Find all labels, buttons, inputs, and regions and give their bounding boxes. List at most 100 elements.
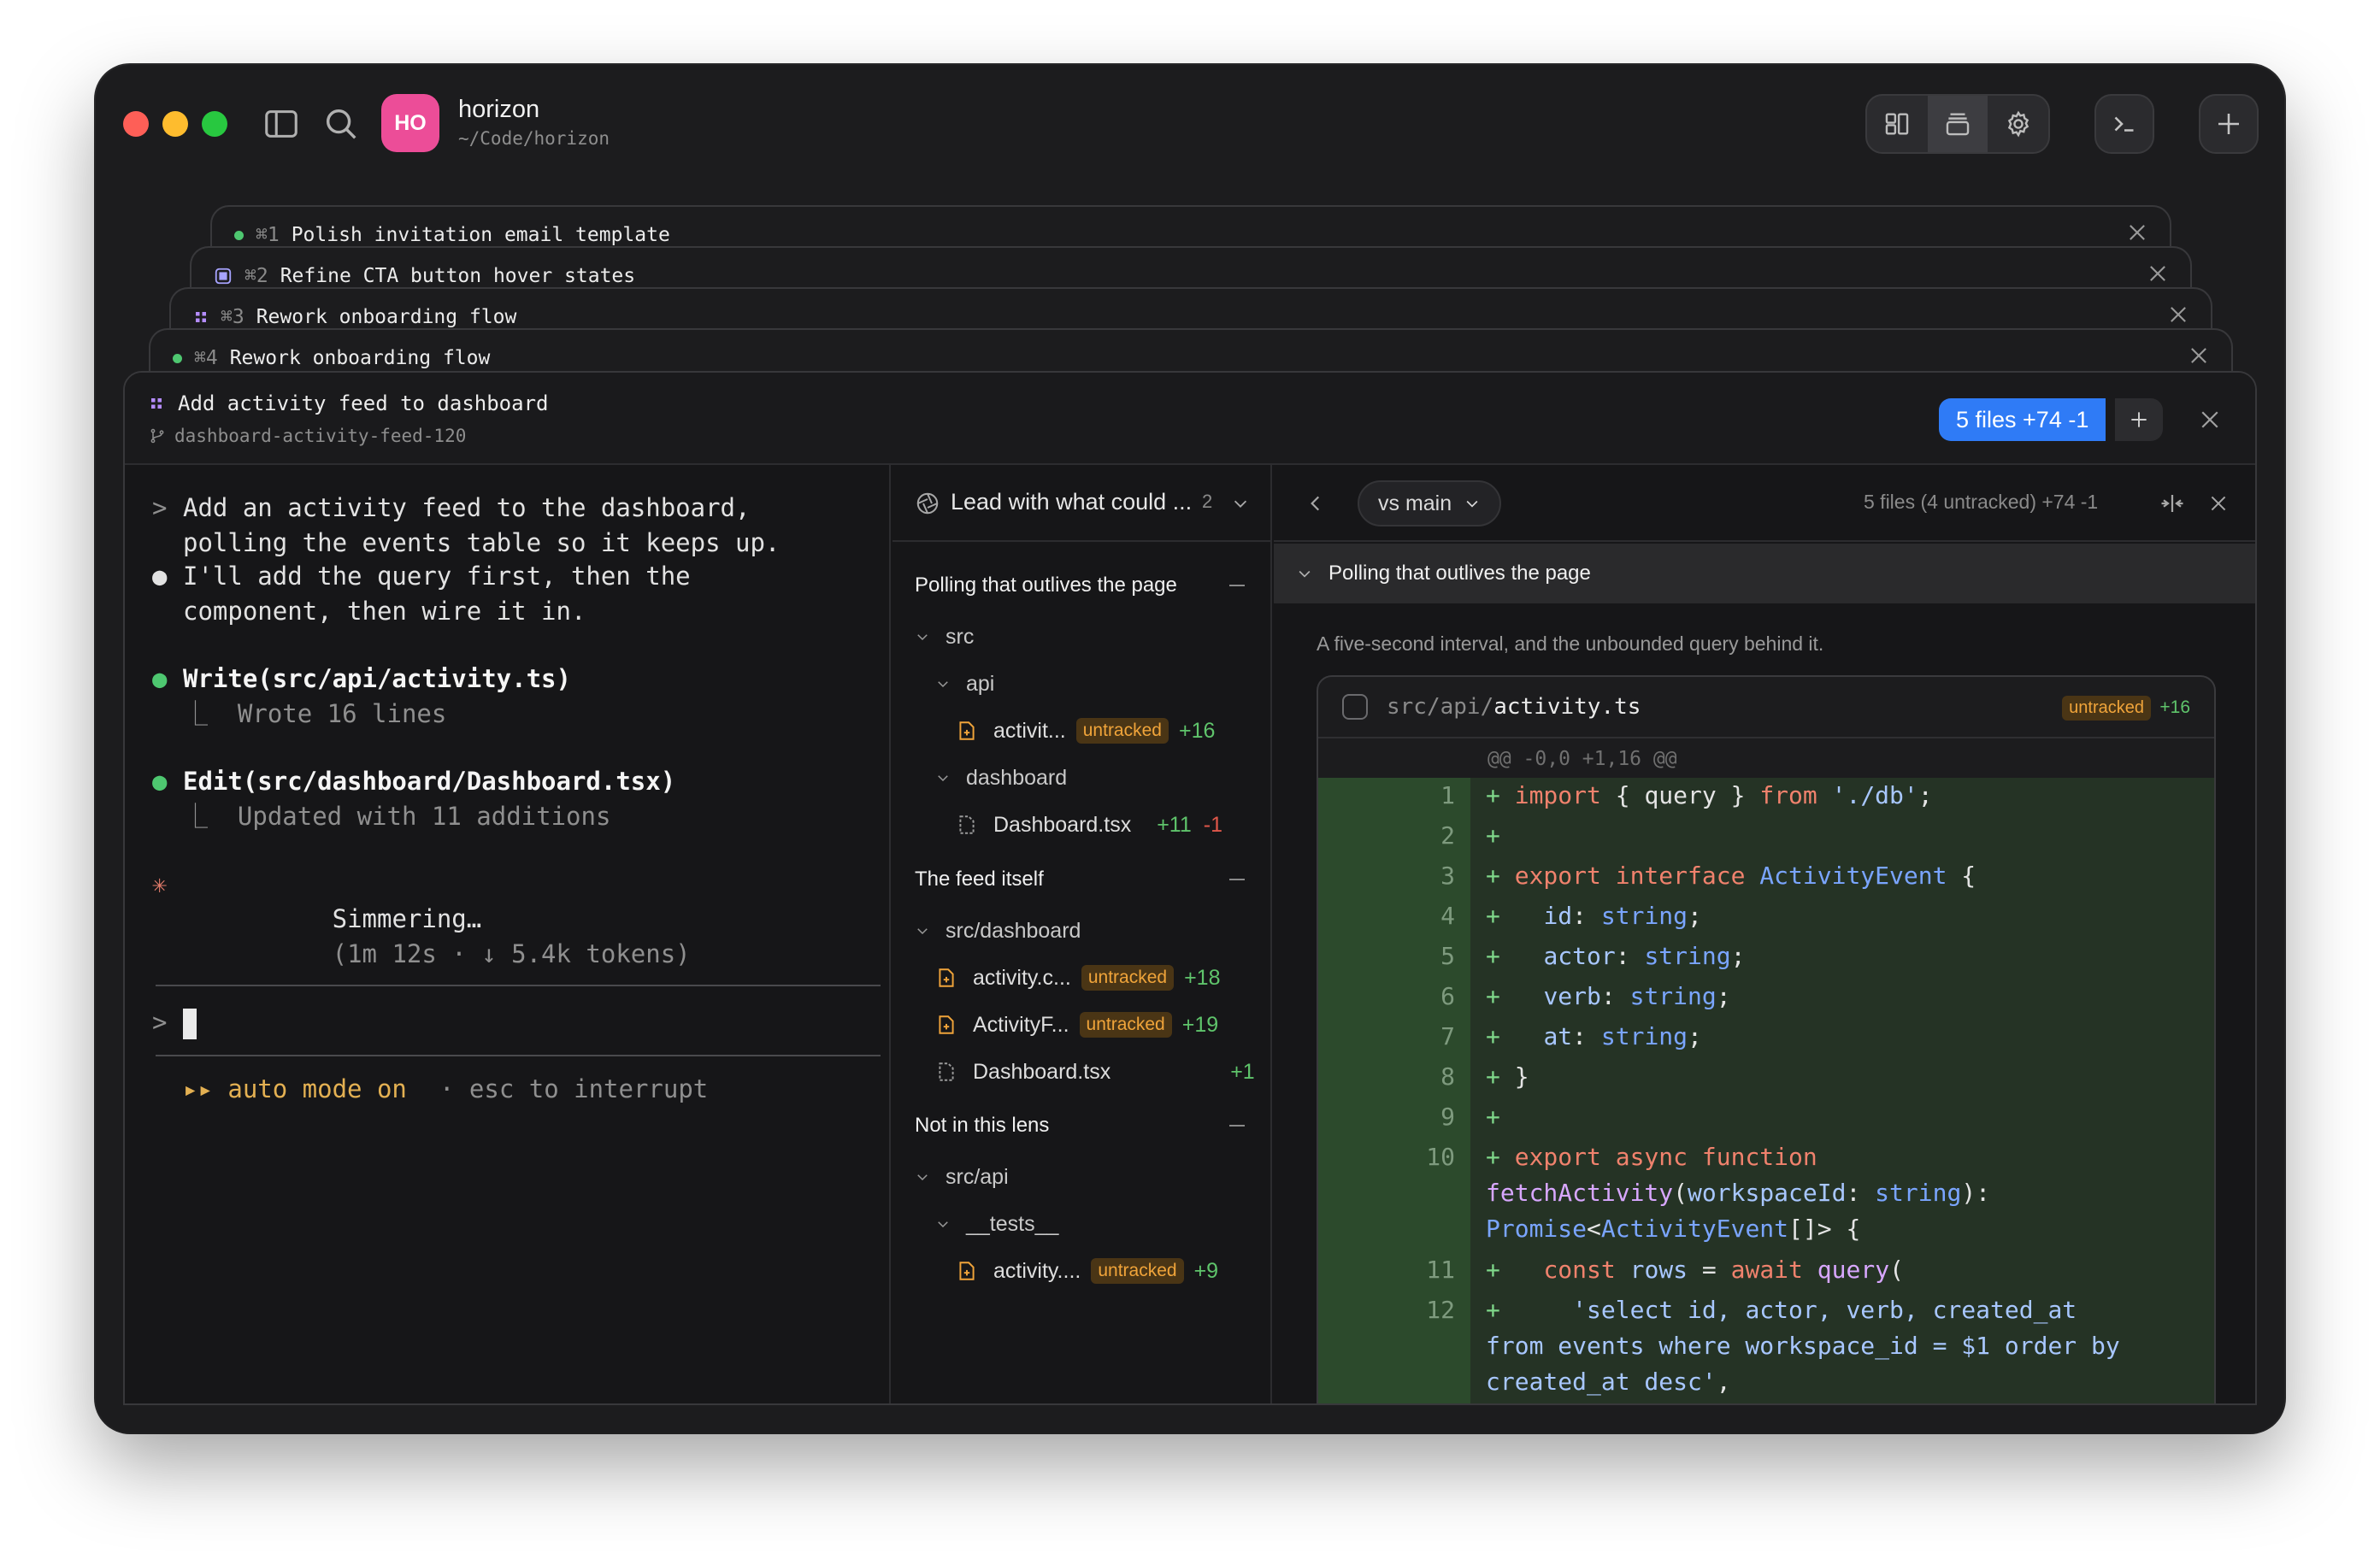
tab-shortcut: ⌘4 [194,347,218,369]
folder-name: src/api [946,1164,1009,1189]
new-task-button[interactable] [2199,94,2259,154]
close-icon[interactable] [2146,262,2170,285]
file-name: Dashboard.tsx [993,812,1132,837]
files-changed-button[interactable]: 5 files +74 -1 [1939,398,2106,441]
untracked-badge: untracked [1079,1012,1172,1038]
line-number: 1 [1440,781,1455,809]
spinner-icon: ✳ [152,869,168,898]
additions-count: +1 [1230,1059,1255,1084]
section-title: Polling that outlives the page [915,574,1177,597]
untracked-badge: untracked [1081,965,1175,991]
success-dot-icon: ● [152,664,168,693]
add-file-button[interactable] [2115,398,2163,441]
settings-button[interactable] [1988,96,2048,152]
file-name: Dashboard.tsx [973,1059,1111,1084]
file-row[interactable]: Dashboard.tsx +1 [892,1049,1270,1095]
view-mode-toggle [1865,94,2050,154]
untracked-badge: untracked [1091,1258,1184,1284]
additions-count: +19 [1181,1012,1219,1037]
close-icon[interactable] [2187,344,2211,368]
close-icon[interactable] [2166,303,2190,327]
folder-row[interactable]: src [892,614,1270,660]
chevron-down-icon [938,681,948,688]
lens-section-header[interactable]: Not in this lens [892,1103,1270,1149]
diff-viewer: vs main 5 files (4 untracked) +74 -1 Pol… [1274,465,2255,1403]
folder-name: src/dashboard [946,918,1081,943]
close-icon[interactable] [2207,492,2230,515]
folder-row[interactable]: dashboard [892,755,1270,801]
divider [156,985,881,986]
chevron-down-icon [1234,500,1247,508]
tab-title: Rework onboarding flow [256,306,517,328]
file-dir: src/api/ [1387,694,1494,720]
project-avatar[interactable]: HO [381,94,439,152]
diff-section-header[interactable]: Polling that outlives the page [1274,544,2255,603]
board-view-button[interactable] [1867,96,1928,152]
line-number: 2 [1440,821,1455,850]
section-title: Not in this lens [915,1114,1050,1137]
file-row[interactable]: activit... untracked +16 [892,708,1270,754]
close-window-button[interactable] [123,111,149,137]
folder-row[interactable]: src/dashboard [892,908,1270,954]
dots-icon [151,398,162,409]
plus-icon [2131,412,2147,427]
line-number: 6 [1440,982,1455,1010]
file-row[interactable]: activity.c... untracked +18 [892,955,1270,1001]
minimize-window-button[interactable] [162,111,188,137]
lens-section-header[interactable]: Polling that outlives the page [892,562,1270,609]
prompt-marker: > [152,493,168,522]
lens-section-header[interactable]: The feed itself [892,856,1270,903]
collapse-icon[interactable] [1229,879,1245,880]
tab-title: Polish invitation email template [291,224,670,246]
sidebar-toggle-icon[interactable] [262,104,301,144]
chevron-down-icon [917,1174,928,1181]
file-diff-header: src/api/activity.ts untracked +16 [1318,677,2214,738]
lens-selector[interactable]: Lead with what could ... 2 [892,465,1270,542]
close-icon[interactable] [2197,407,2223,432]
folder-row[interactable]: api [892,661,1270,707]
lens-label: Lead with what could ... [951,489,1193,515]
text-cursor [183,1009,197,1039]
user-message-line: polling the events table so it keeps up. [183,528,781,557]
collapse-horizontal-icon[interactable] [2159,491,2185,516]
board-icon [1886,113,1909,135]
compare-base-select[interactable]: vs main [1358,480,1502,527]
tool-call-result: ⎿ Updated with 11 additions [183,802,611,831]
line-number: 3 [1440,862,1455,890]
zoom-window-button[interactable] [202,111,227,137]
tab-title: Refine CTA button hover states [280,265,636,287]
folder-row[interactable]: src/api [892,1154,1270,1200]
file-diff-card: src/api/activity.ts untracked +16 @@ -0,… [1317,675,2216,1403]
plus-icon [2218,114,2239,134]
stack-view-button[interactable] [1927,96,1988,152]
diff-section-description: A five-second interval, and the unbounde… [1317,632,1824,655]
prompt-marker: > [152,1008,168,1037]
diff-summary: 5 files (4 untracked) +74 -1 [1864,491,2099,513]
collapse-icon[interactable] [1229,585,1245,586]
viewed-checkbox[interactable] [1342,694,1368,720]
file-added-icon [959,1262,975,1280]
project-name: horizon [458,96,540,123]
file-row[interactable]: ActivityF... untracked +19 [892,1002,1270,1048]
chevron-left-icon[interactable] [1305,492,1327,515]
file-row[interactable]: activity.... untracked +9 [892,1248,1270,1294]
auto-mode-hint: · esc to interrupt [439,1074,709,1103]
chevron-down-icon [1466,500,1478,508]
auto-mode-label: ▸▸ auto mode on [183,1074,407,1103]
folder-name: api [966,671,995,696]
collapse-icon[interactable] [1229,1125,1245,1127]
branch-name: dashboard-activity-feed-120 [174,426,467,446]
file-row[interactable]: Dashboard.tsx +11 -1 [892,802,1270,848]
untracked-badge: untracked [2062,696,2151,721]
folder-row[interactable]: __tests__ [892,1201,1270,1247]
deletions-count: -1 [1203,812,1222,837]
chevron-down-icon [917,634,928,641]
close-icon[interactable] [2125,221,2149,244]
line-number: 5 [1440,942,1455,970]
tab-title: Rework onboarding flow [229,347,491,369]
folder-name: src [946,624,975,649]
terminal-button[interactable] [2094,94,2154,154]
search-icon[interactable] [321,104,361,144]
file-name: activity.c... [973,965,1071,990]
line-number: 9 [1440,1103,1455,1131]
